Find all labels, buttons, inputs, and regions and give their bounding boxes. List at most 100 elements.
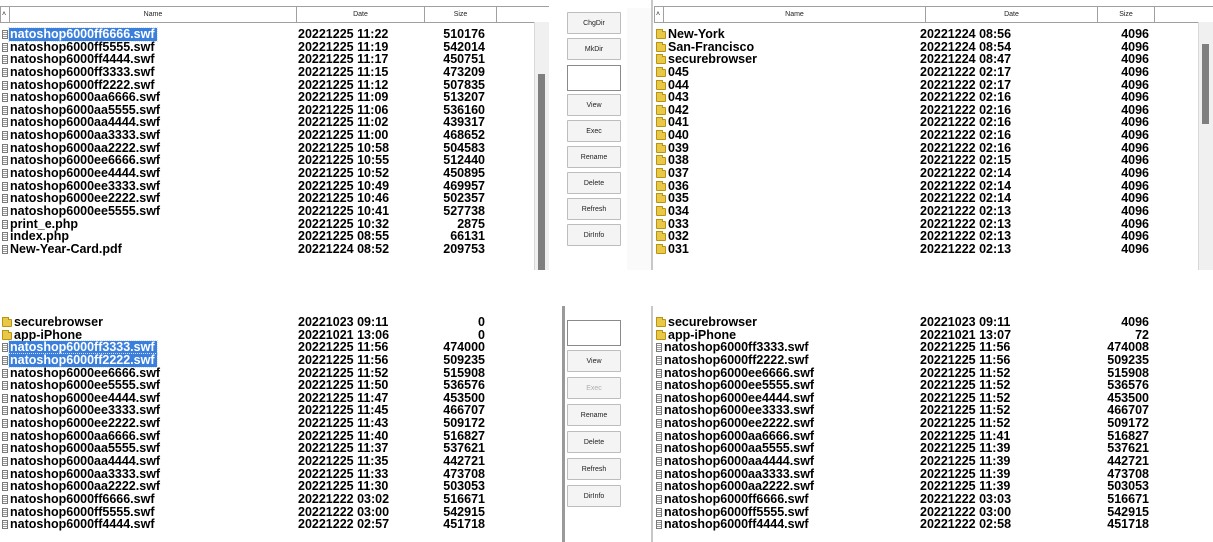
file-list: securebrowser 20221023 09:11 4096 app-iPhon… xyxy=(654,316,1213,531)
command-input[interactable] xyxy=(567,320,621,346)
sort-indicator-icon[interactable]: ˄ xyxy=(654,7,664,22)
action-button-strip: ChgDir MkDir View Exec Rename Delete Ref… xyxy=(565,8,625,270)
file-row[interactable]: natoshop6000ff4444.swf 20221222 02:57 4517… xyxy=(0,518,549,531)
rename-button[interactable]: Rename xyxy=(567,404,621,426)
file-size: 4096 xyxy=(1121,27,1149,41)
file-row[interactable]: securebrowser 20221023 09:11 4096 xyxy=(654,316,1213,329)
name-column-header[interactable]: Name xyxy=(10,7,297,22)
file-name: natoshop6000aa3333.swf xyxy=(10,128,161,143)
file-date: 20221225 11:22 xyxy=(298,27,389,41)
file-row[interactable]: natoshop6000aa6666.swf 20221225 11:09 5132… xyxy=(0,91,549,104)
refresh-button[interactable]: Refresh xyxy=(567,458,621,480)
file-row[interactable]: natoshop6000aa3333.swf 20221225 11:00 4686… xyxy=(0,129,549,142)
rename-button[interactable]: Rename xyxy=(567,146,621,168)
file-row[interactable]: 034 20221222 02:13 4096 xyxy=(654,205,1213,218)
file-size: 509172 xyxy=(443,416,485,431)
folder-icon xyxy=(656,66,666,77)
file-name: natoshop6000aa6666.swf xyxy=(10,90,161,105)
file-row[interactable]: natoshop6000ee4444.swf 20221225 10:52 4508… xyxy=(0,167,549,180)
file-row[interactable]: natoshop6000aa4444.swf 20221225 11:35 4427… xyxy=(0,455,549,468)
left-file-pane[interactable]: ˄ Name Date Size natoshop6000ff6666.swf 2… xyxy=(0,0,549,270)
action-button-strip: View Exec Rename Delete Refresh DirInfo xyxy=(565,314,625,542)
scrollbar-thumb[interactable] xyxy=(538,74,545,270)
file-size: 209753 xyxy=(443,241,485,256)
file-row[interactable]: natoshop6000aa4444.swf 20221225 11:39 4427… xyxy=(654,455,1213,468)
file-row[interactable]: natoshop6000ee5555.swf 20221225 10:41 5277… xyxy=(0,205,549,218)
file-row[interactable]: natoshop6000ee5555.swf 20221225 11:52 5365… xyxy=(654,379,1213,392)
file-icon xyxy=(2,520,8,530)
delete-button[interactable]: Delete xyxy=(567,172,621,194)
dirinfo-button[interactable]: DirInfo xyxy=(567,485,621,507)
right-file-pane[interactable]: ˄ Name Date Size New-York 20221224 08:56 4… xyxy=(654,0,1213,270)
file-icon xyxy=(656,469,662,479)
file-icon xyxy=(656,520,662,530)
exec-button[interactable]: Exec xyxy=(567,377,621,399)
file-row[interactable]: natoshop6000ff2222.swf 20221225 11:56 5092… xyxy=(654,354,1213,367)
file-row[interactable]: natoshop6000ee5555.swf 20221225 11:50 5365… xyxy=(0,379,549,392)
file-name: securebrowser xyxy=(668,315,757,329)
right-file-pane[interactable]: securebrowser 20221023 09:11 4096 app-iPhon… xyxy=(654,306,1213,542)
file-name-cell: New-Year-Card.pdf xyxy=(2,243,124,256)
size-column-header[interactable]: Size xyxy=(1098,7,1155,22)
file-icon xyxy=(2,419,8,429)
mkdir-button[interactable]: MkDir xyxy=(567,38,621,60)
file-size: 66131 xyxy=(450,229,485,244)
file-row[interactable]: natoshop6000ff6666.swf 20221225 11:22 5101… xyxy=(0,27,549,42)
file-row[interactable]: New-York 20221224 08:56 4096 xyxy=(654,28,1213,41)
file-row[interactable]: natoshop6000ff6666.swf 20221222 03:03 5166… xyxy=(654,493,1213,506)
file-icon xyxy=(656,431,662,441)
file-date: 20221222 03:03 xyxy=(920,491,1012,506)
file-row[interactable]: 032 20221222 02:13 4096 xyxy=(654,230,1213,243)
dirinfo-button[interactable]: DirInfo xyxy=(567,224,621,246)
file-name: 034 xyxy=(668,203,689,218)
view-button[interactable]: View xyxy=(567,350,621,372)
file-row[interactable]: natoshop6000ff2222.swf 20221225 11:56 5092… xyxy=(0,352,549,368)
file-name-cell: New-York xyxy=(656,28,727,41)
exec-button[interactable]: Exec xyxy=(567,120,621,142)
sort-indicator-icon[interactable]: ˄ xyxy=(0,7,10,22)
size-column-header[interactable]: Size xyxy=(425,7,497,22)
date-column-header[interactable]: Date xyxy=(297,7,425,22)
file-row[interactable]: 040 20221222 02:16 4096 xyxy=(654,129,1213,142)
file-row[interactable]: 037 20221222 02:14 4096 xyxy=(654,167,1213,180)
file-name: New-Year-Card.pdf xyxy=(10,241,122,256)
file-size: 536576 xyxy=(443,378,485,393)
file-size: 4096 xyxy=(1121,128,1149,143)
file-date: 20221225 11:39 xyxy=(920,454,1011,469)
delete-button[interactable]: Delete xyxy=(567,431,621,453)
column-header: ˄ Name Date Size xyxy=(654,6,1213,23)
command-input[interactable] xyxy=(567,65,621,91)
file-row[interactable]: 031 20221222 02:13 4096 xyxy=(654,243,1213,256)
file-date: 20221225 11:52 xyxy=(920,416,1011,431)
file-date: 20221225 10:41 xyxy=(298,203,390,218)
name-column-header[interactable]: Name xyxy=(664,7,926,22)
file-row[interactable]: natoshop6000ff6666.swf 20221222 03:02 5166… xyxy=(0,493,549,506)
file-row[interactable]: natoshop6000ee2222.swf 20221225 11:52 5091… xyxy=(654,417,1213,430)
file-row[interactable]: natoshop6000ff3333.swf 20221225 11:15 4732… xyxy=(0,66,549,79)
pane-splitter[interactable] xyxy=(627,8,651,270)
scrollbar[interactable] xyxy=(534,22,549,270)
refresh-button[interactable]: Refresh xyxy=(567,198,621,220)
file-row[interactable]: securebrowser 20221023 09:11 0 xyxy=(0,316,549,329)
left-file-pane[interactable]: securebrowser 20221023 09:11 0 app-iPhone 20… xyxy=(0,306,549,542)
file-row[interactable]: natoshop6000ff4444.swf 20221222 02:58 4517… xyxy=(654,518,1213,531)
file-size: 4096 xyxy=(1121,90,1149,105)
file-size: 442721 xyxy=(443,454,485,469)
view-button[interactable]: View xyxy=(567,94,621,116)
date-column-header[interactable]: Date xyxy=(926,7,1098,22)
file-icon xyxy=(656,457,662,467)
file-date: 20221023 09:11 xyxy=(920,315,1011,329)
file-icon xyxy=(2,169,8,179)
scrollbar[interactable] xyxy=(1198,22,1213,270)
file-row[interactable]: index.php 20221225 08:55 66131 xyxy=(0,230,549,243)
file-row[interactable]: 045 20221222 02:17 4096 xyxy=(654,66,1213,79)
file-row[interactable]: New-Year-Card.pdf 20221224 08:52 209753 xyxy=(0,243,549,256)
scrollbar-thumb[interactable] xyxy=(1202,44,1209,124)
file-name-cell: 032 xyxy=(656,230,691,243)
file-size: 4096 xyxy=(1121,315,1149,329)
chgdir-button[interactable]: ChgDir xyxy=(567,12,621,34)
file-icon xyxy=(656,419,662,429)
file-name-cell: natoshop6000aa6666.swf xyxy=(2,91,162,104)
file-row[interactable]: natoshop6000ee2222.swf 20221225 11:43 5091… xyxy=(0,417,549,430)
file-row[interactable]: 043 20221222 02:16 4096 xyxy=(654,91,1213,104)
